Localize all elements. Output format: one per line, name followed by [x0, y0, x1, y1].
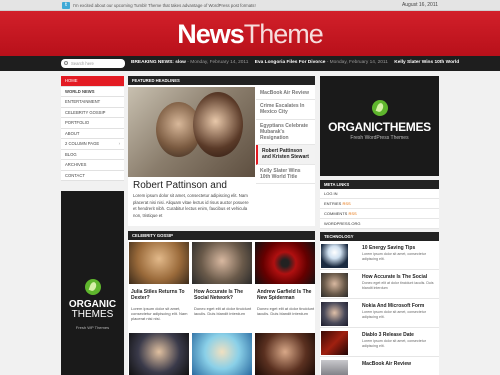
site-logo[interactable]: NewsTheme: [0, 19, 500, 50]
gossip-image[interactable]: [255, 333, 315, 375]
sidebar-item-archives[interactable]: Archives: [61, 160, 124, 171]
headline-item-active[interactable]: Robert Pattinson and Kristen Stewart: [256, 145, 315, 165]
tech-heading: Technology: [320, 232, 439, 241]
logo-bold-text: News: [177, 19, 245, 49]
gossip-excerpt: Lorem ipsum dolor sit amet, consectetur …: [131, 306, 188, 322]
leaf-icon: [371, 100, 388, 116]
tech-item-excerpt: Donec eget elit at dolor tincidunt iacul…: [362, 281, 434, 290]
ad-line-1: ORGANICTHEMES: [328, 120, 431, 134]
sidebar-item-blog[interactable]: Blog: [61, 149, 124, 160]
tech-item[interactable]: Diablo 3 Release Date Lorem ipsum dolor …: [320, 329, 439, 357]
gossip-image[interactable]: [129, 242, 189, 284]
sidebar-item-celebrity-gossip[interactable]: Celebrity Gossip: [61, 107, 124, 118]
ticker-label: BREAKING NEWS:: [131, 60, 174, 65]
featured-excerpt: Lorem ipsum dolor sit amet, consectetur …: [133, 193, 249, 218]
tech-item-title[interactable]: MacBook Air Review: [362, 361, 411, 367]
meta-link-login[interactable]: Log in: [320, 189, 439, 199]
sidebar-item-world-news[interactable]: World News: [61, 86, 124, 97]
gossip-title[interactable]: Julia Stiles Returns To Dexter?: [131, 289, 191, 301]
featured-headline-list: MacBook Air Review Crime Escalates In Me…: [256, 87, 315, 185]
breaking-news-ticker: BREAKING NEWS: slow - Monday, February 1…: [131, 60, 459, 65]
sidebar-item-2-column-page[interactable]: 2 Column Page ›: [61, 139, 124, 150]
meta-link-wordpress-org[interactable]: WordPress.org: [320, 219, 439, 229]
ticker-item-title[interactable]: Eva Longoria Files For Divorce: [255, 60, 326, 65]
ad-tagline: Fresh WP Themes: [75, 325, 110, 330]
site-header: NewsTheme: [0, 11, 500, 56]
sidebar-item-contact[interactable]: Contact: [61, 170, 124, 181]
gossip-heading: Celebrity Gossip: [128, 231, 315, 240]
headline-item[interactable]: Egyptians Celebrate Mubarak's Resignatio…: [256, 120, 315, 146]
logo-light-text: Theme: [243, 19, 324, 49]
gossip-title[interactable]: How Accurate Is The Social Network?: [194, 289, 254, 301]
tech-item[interactable]: MacBook Air Review: [320, 358, 439, 375]
ticker-item-title[interactable]: slow: [175, 60, 186, 65]
tech-item-excerpt: Lorem ipsum dolor sit amet, consectetur …: [362, 252, 426, 261]
tech-item-title[interactable]: How Accurate Is The Social: [362, 274, 427, 280]
meta-link-label: Entries: [324, 201, 343, 206]
tech-item-excerpt: Lorem ipsum dolor sit amet, consectetur …: [362, 339, 426, 348]
search-icon: [64, 61, 68, 65]
latest-tweet[interactable]: I'm excited about our upcoming Tumblr Th…: [73, 3, 256, 8]
sidebar-nav: Home World News Entertainment Celebrity …: [61, 76, 124, 181]
sidebar-item-portfolio[interactable]: Portfolio: [61, 118, 124, 129]
person-thumbnail: [321, 273, 348, 297]
sidebar-item-entertainment[interactable]: Entertainment: [61, 97, 124, 108]
twitter-icon[interactable]: t: [62, 2, 70, 9]
headline-item[interactable]: MacBook Air Review: [256, 87, 315, 101]
tech-item-excerpt: Lorem ipsum dolor sit amet, consectetur …: [362, 310, 426, 319]
nav-bar: Search here BREAKING NEWS: slow - Monday…: [0, 56, 500, 71]
gossip-title[interactable]: Andrew Garfield Is The New Spiderman: [257, 289, 317, 301]
tech-item-title[interactable]: 10 Energy Saving Tips: [362, 245, 415, 251]
meta-link-label: Comments: [324, 211, 349, 216]
featured-heading: Featured Headlines: [128, 76, 315, 85]
tech-item[interactable]: 10 Energy Saving Tips Lorem ipsum dolor …: [320, 242, 439, 270]
person-thumbnail: [321, 302, 348, 326]
tech-item-title[interactable]: Nokia And Microsoft Form: [362, 303, 424, 309]
leaf-icon: [84, 279, 101, 295]
game-thumbnail: [321, 331, 348, 355]
search-input[interactable]: Search here: [61, 59, 125, 68]
tech-item[interactable]: Nokia And Microsoft Form Lorem ipsum dol…: [320, 300, 439, 328]
tech-item[interactable]: How Accurate Is The Social Donec eget el…: [320, 271, 439, 299]
ad-tagline: Fresh WordPress Themes: [350, 135, 409, 141]
rss-label: RSS: [348, 211, 357, 216]
gossip-image[interactable]: [192, 333, 252, 375]
top-bar: t I'm excited about our upcoming Tumblr …: [0, 0, 500, 11]
laptop-thumbnail: [321, 360, 348, 375]
sidebar-item-about[interactable]: About: [61, 128, 124, 139]
headline-item[interactable]: Kelly Slater Wins 10th World Title: [256, 165, 315, 185]
organic-themes-ad-left[interactable]: ORGANIC THEMES Fresh WP Themes: [61, 191, 124, 375]
search-placeholder: Search here: [71, 61, 94, 66]
featured-title[interactable]: Robert Pattinson and: [133, 180, 227, 191]
meta-links-section: Meta Links Log in Entries RSS Comments R…: [320, 180, 439, 229]
sidebar-item-label: 2 Column Page: [65, 141, 100, 146]
ticker-item-date: - Monday, February 14, 2011: [187, 60, 249, 65]
meta-link-entries-rss[interactable]: Entries RSS: [320, 199, 439, 209]
gossip-image[interactable]: [192, 242, 252, 284]
ticker-item-date: - Monday, February 14, 2011: [326, 60, 388, 65]
tech-item-title[interactable]: Diablo 3 Release Date: [362, 332, 414, 338]
headline-item[interactable]: Crime Escalates In Mexico City: [256, 100, 315, 120]
chevron-right-icon: ›: [118, 141, 120, 146]
gossip-image[interactable]: [129, 333, 189, 375]
rss-label: RSS: [342, 201, 351, 206]
ad-line-2: THEMES: [71, 309, 114, 320]
gossip-excerpt: Donec eget elit at dolor tincidunt iacul…: [257, 306, 315, 317]
featured-photo[interactable]: [128, 87, 255, 177]
sidebar-item-home[interactable]: Home: [61, 76, 124, 87]
meta-link-comments-rss[interactable]: Comments RSS: [320, 209, 439, 219]
current-date: August 16, 2011: [401, 2, 438, 8]
meta-heading: Meta Links: [320, 180, 439, 189]
gossip-excerpt: Donec eget elit at dolor tincidunt iacul…: [194, 306, 252, 317]
ticker-item-title[interactable]: Kelly Slater Wins 10th World: [394, 60, 459, 65]
lightbulb-thumbnail: [321, 244, 348, 268]
gossip-image[interactable]: [255, 242, 315, 284]
technology-section: Technology 10 Energy Saving Tips Lorem i…: [320, 232, 439, 375]
person-silhouette: [193, 92, 243, 157]
organic-themes-ad-right[interactable]: ORGANICTHEMES Fresh WordPress Themes: [320, 76, 439, 176]
